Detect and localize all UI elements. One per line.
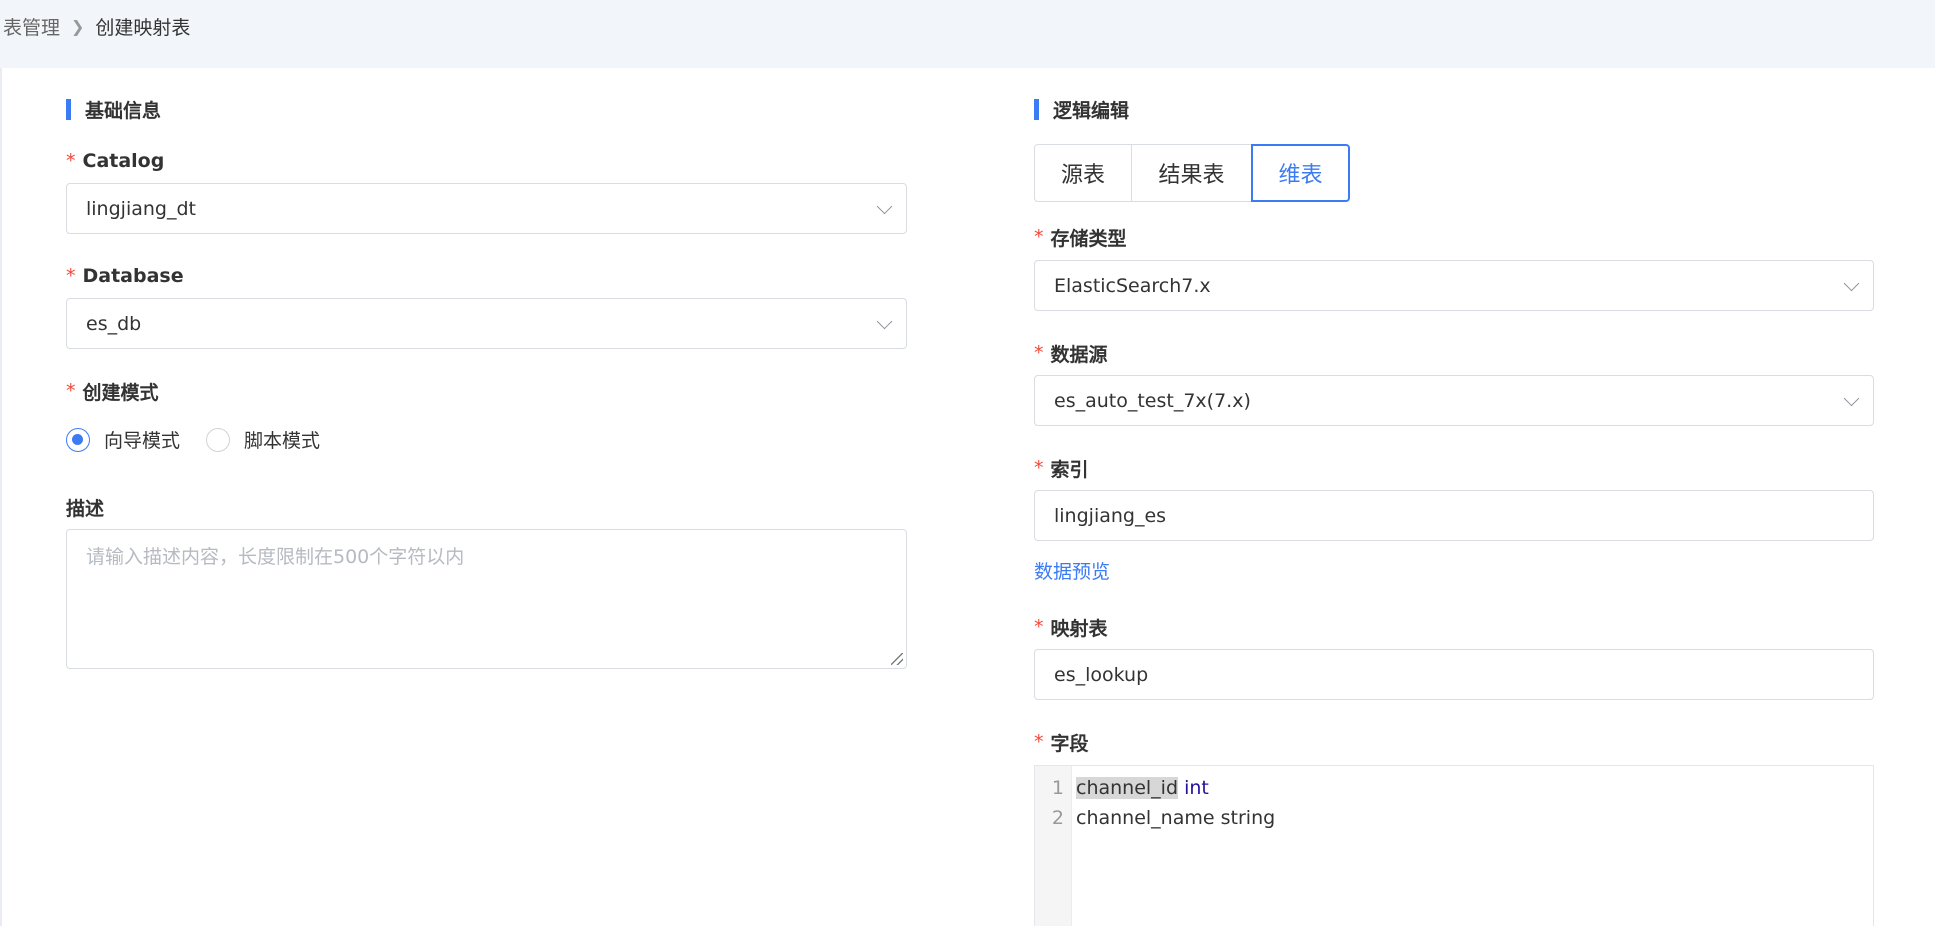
breadcrumb-parent-link[interactable]: 表管理 — [3, 13, 60, 40]
breadcrumb: 表管理 ❯ 创建映射表 — [3, 13, 191, 40]
required-mark: * — [66, 265, 76, 287]
radio-unchecked-icon — [206, 427, 231, 452]
description-label: 描述 — [66, 495, 105, 520]
storage-type-label: * 存储类型 — [1034, 225, 1127, 250]
create-mode-radio-group: 向导模式 脚本模式 — [66, 426, 346, 453]
chevron-down-icon — [1843, 275, 1860, 291]
required-mark: * — [66, 150, 76, 172]
catalog-select[interactable]: lingjiang_dt — [66, 183, 907, 234]
line-number: 1 — [1051, 777, 1064, 799]
datasource-label: * 数据源 — [1034, 341, 1108, 366]
database-label-text: Database — [82, 265, 184, 287]
section-title-basic-info: 基础信息 — [66, 97, 162, 122]
radio-checked-icon — [66, 427, 90, 452]
mapping-table-label: * 映射表 — [1034, 615, 1108, 640]
description-placeholder: 请输入描述内容，长度限制在500个字符以内 — [86, 546, 465, 568]
database-label: * Database — [66, 264, 184, 288]
required-mark: * — [1034, 731, 1044, 753]
tab-source-table[interactable]: 源表 — [1034, 144, 1132, 202]
section-accent-bar — [66, 98, 71, 120]
index-label-text: 索引 — [1050, 458, 1089, 481]
datasource-label-text: 数据源 — [1050, 343, 1108, 366]
resize-handle-icon[interactable] — [891, 653, 903, 665]
tab-result-table[interactable]: 结果表 — [1131, 144, 1252, 202]
chevron-down-icon — [876, 198, 893, 214]
catalog-label-text: Catalog — [82, 150, 165, 172]
chevron-down-icon — [876, 313, 893, 329]
header-bar: 表管理 ❯ 创建映射表 — [0, 0, 1935, 68]
tab-dimension-table[interactable]: 维表 — [1251, 144, 1350, 202]
field-type: int — [1184, 777, 1209, 799]
fields-code-editor[interactable]: 1 channel_id int 2 channel_name string — [1034, 765, 1874, 926]
create-mode-label: * 创建模式 — [66, 379, 159, 404]
create-mode-label-text: 创建模式 — [82, 381, 159, 404]
radio-script-mode[interactable]: 脚本模式 — [206, 426, 320, 453]
required-mark: * — [66, 380, 76, 402]
fields-label-text: 字段 — [1050, 732, 1089, 755]
storage-type-value: ElasticSearch7.x — [1054, 274, 1211, 297]
data-preview-link[interactable]: 数据预览 — [1034, 557, 1110, 584]
code-line: 1 channel_id int — [1035, 774, 1209, 802]
index-label: * 索引 — [1034, 456, 1089, 481]
radio-script-mode-label: 脚本模式 — [244, 430, 321, 452]
content-left-border — [0, 68, 2, 926]
mapping-table-input[interactable]: es_lookup — [1034, 649, 1874, 700]
code-content: channel_id int — [1076, 777, 1209, 799]
field-name: channel_name — [1076, 807, 1215, 829]
required-mark: * — [1034, 616, 1044, 638]
radio-wizard-mode[interactable]: 向导模式 — [66, 426, 180, 453]
database-select-value: es_db — [86, 312, 142, 335]
section-accent-bar — [1034, 98, 1039, 120]
description-label-text: 描述 — [66, 497, 105, 520]
chevron-right-icon: ❯ — [71, 16, 85, 36]
field-name: channel_id — [1076, 777, 1179, 799]
line-number: 2 — [1051, 807, 1064, 829]
datasource-select[interactable]: es_auto_test_7x(7.x) — [1034, 375, 1874, 426]
table-type-tabs: 源表 结果表 维表 — [1034, 144, 1350, 202]
catalog-select-value: lingjiang_dt — [86, 197, 196, 220]
database-select[interactable]: es_db — [66, 298, 907, 349]
chevron-down-icon — [1843, 390, 1860, 406]
section-title-text: 基础信息 — [85, 99, 162, 122]
code-line: 2 channel_name string — [1035, 804, 1275, 832]
storage-type-select[interactable]: ElasticSearch7.x — [1034, 260, 1874, 311]
index-input[interactable]: lingjiang_es — [1034, 490, 1874, 541]
storage-type-label-text: 存储类型 — [1050, 227, 1127, 250]
field-type: string — [1220, 807, 1276, 829]
required-mark: * — [1034, 457, 1044, 479]
breadcrumb-current: 创建映射表 — [95, 16, 191, 39]
section-title-logic-edit: 逻辑编辑 — [1034, 97, 1130, 122]
datasource-value: es_auto_test_7x(7.x) — [1054, 389, 1251, 412]
index-input-value: lingjiang_es — [1054, 504, 1167, 527]
mapping-table-value: es_lookup — [1054, 663, 1149, 686]
required-mark: * — [1034, 226, 1044, 248]
radio-wizard-mode-label: 向导模式 — [104, 430, 181, 452]
description-textarea[interactable]: 请输入描述内容，长度限制在500个字符以内 — [66, 529, 907, 669]
section-title-text: 逻辑编辑 — [1053, 99, 1130, 122]
required-mark: * — [1034, 342, 1044, 364]
mapping-table-label-text: 映射表 — [1050, 617, 1108, 640]
code-content: channel_name string — [1076, 807, 1275, 829]
catalog-label: * Catalog — [66, 149, 164, 173]
fields-label: * 字段 — [1034, 730, 1089, 755]
